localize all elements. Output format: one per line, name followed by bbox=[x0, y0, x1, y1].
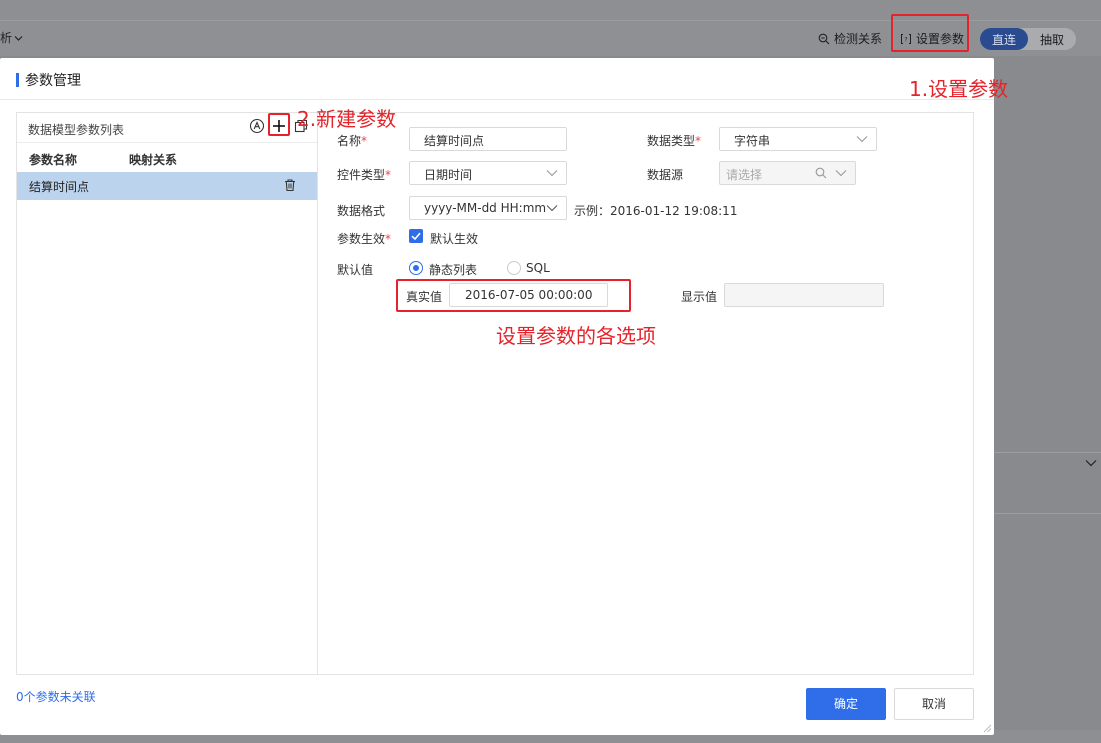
checkmark-icon bbox=[411, 232, 421, 241]
annotation-step2: 2.新建参数 bbox=[297, 107, 397, 131]
chevron-down-icon bbox=[546, 170, 558, 177]
chevron-down-icon bbox=[14, 36, 23, 41]
search-icon bbox=[815, 167, 827, 179]
search-zoom-icon bbox=[818, 33, 830, 44]
unlinked-params-note[interactable]: 0个参数未关联 bbox=[16, 688, 96, 705]
param-list-panel: 数据模型参数列表 参数名称 映射关系 结算时间点 bbox=[17, 113, 318, 674]
title-accent-bar bbox=[16, 73, 19, 87]
datasource-select[interactable]: 请选择 bbox=[719, 161, 856, 185]
chevron-down-icon bbox=[856, 136, 868, 143]
effective-checkbox[interactable] bbox=[409, 229, 423, 243]
col-mapping: 映射关系 bbox=[129, 153, 178, 167]
detect-relation-button[interactable]: 检测关系 bbox=[818, 30, 882, 47]
toolbar-left-menu[interactable]: 析 bbox=[0, 29, 23, 46]
chevron-down-icon bbox=[835, 170, 847, 177]
data-type-label: 数据类型* bbox=[647, 134, 702, 148]
chevron-down-icon bbox=[546, 205, 558, 212]
default-value-label: 默认值 bbox=[337, 263, 374, 277]
param-row-name: 结算时间点 bbox=[29, 180, 90, 194]
chevron-down-icon[interactable] bbox=[1085, 457, 1097, 469]
mode-direct[interactable]: 直连 bbox=[980, 28, 1029, 50]
confirm-button[interactable]: 确定 bbox=[806, 688, 886, 720]
auto-detect-icon[interactable] bbox=[249, 118, 265, 134]
param-list-title: 数据模型参数列表 bbox=[28, 123, 125, 137]
param-management-dialog: 参数管理 数据模型参数列表 参数名称 映射关系 结算时间点 名称* 结算时间点 … bbox=[0, 58, 994, 735]
param-list-columns: 参数名称 映射关系 bbox=[17, 144, 317, 172]
format-label: 数据格式 bbox=[337, 204, 386, 218]
dialog-title: 参数管理 bbox=[16, 70, 81, 90]
radio-sql-label: SQL bbox=[526, 261, 550, 275]
annotation-options: 设置参数的各选项 bbox=[496, 324, 656, 348]
mode-extract[interactable]: 抽取 bbox=[1028, 28, 1076, 50]
param-form: 名称* 结算时间点 数据类型* 字符串 控件类型* 日期时间 数据源 请选择 数… bbox=[319, 113, 973, 674]
format-example: 示例：2016-01-12 19:08:11 bbox=[574, 204, 738, 218]
cancel-button[interactable]: 取消 bbox=[894, 688, 974, 720]
radio-static-label: 静态列表 bbox=[429, 263, 478, 277]
control-type-select[interactable]: 日期时间 bbox=[409, 161, 567, 185]
name-label: 名称* bbox=[337, 134, 368, 148]
col-param-name: 参数名称 bbox=[29, 153, 78, 167]
data-type-select[interactable]: 字符串 bbox=[719, 127, 877, 151]
name-input[interactable]: 结算时间点 bbox=[409, 127, 567, 151]
param-list-row[interactable]: 结算时间点 bbox=[17, 172, 317, 200]
format-select[interactable]: yyyy-MM-dd HH:mm bbox=[409, 196, 567, 220]
radio-static-list[interactable] bbox=[409, 261, 423, 275]
annotation-box-set-params bbox=[891, 14, 969, 52]
dialog-content: 数据模型参数列表 参数名称 映射关系 结算时间点 名称* 结算时间点 数据类型* bbox=[16, 112, 974, 675]
divider bbox=[0, 99, 994, 100]
datasource-label: 数据源 bbox=[647, 168, 684, 182]
effective-label: 参数生效* bbox=[337, 232, 392, 246]
connection-mode-toggle[interactable]: 直连 抽取 bbox=[980, 28, 1077, 50]
display-value-label: 显示值 bbox=[681, 290, 718, 304]
annotation-box-add bbox=[268, 113, 290, 136]
annotation-step1: 1.设置参数 bbox=[909, 77, 1009, 101]
control-type-label: 控件类型* bbox=[337, 168, 392, 182]
background-panel bbox=[994, 452, 1101, 514]
resize-handle-icon[interactable] bbox=[982, 723, 992, 733]
display-value-input[interactable] bbox=[724, 283, 884, 307]
radio-sql[interactable] bbox=[507, 261, 521, 275]
effective-checkbox-label: 默认生效 bbox=[430, 232, 479, 246]
trash-icon[interactable] bbox=[283, 178, 297, 192]
annotation-box-options bbox=[396, 279, 631, 312]
